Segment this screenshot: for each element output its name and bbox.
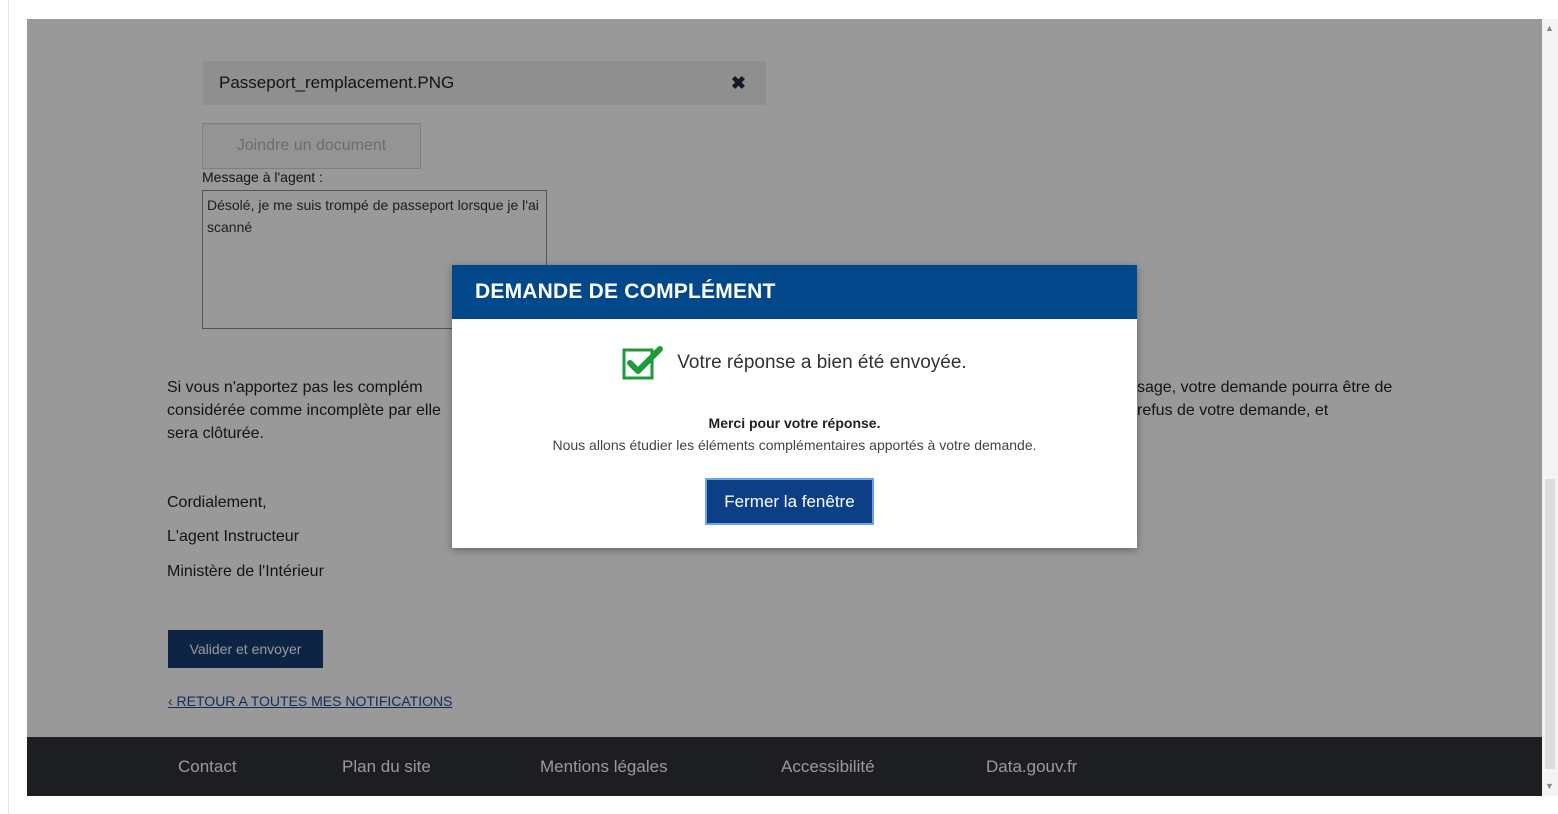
success-row: Votre réponse a bien été envoyée. [452, 345, 1137, 381]
thanks-text: Merci pour votre réponse. [708, 415, 881, 431]
vertical-scrollbar[interactable]: ▲ ▼ [1542, 19, 1558, 796]
success-message: Votre réponse a bien été envoyée. [677, 352, 967, 373]
page-viewport: Passeport_remplacement.PNG ✖ Joindre un … [27, 19, 1542, 796]
scrollbar-thumb[interactable] [1545, 479, 1555, 769]
close-window-button[interactable]: Fermer la fenêtre [705, 478, 874, 525]
confirmation-modal: DEMANDE DE COMPLÉMENT Votre réponse a bi… [452, 265, 1137, 548]
scroll-up-icon[interactable]: ▲ [1545, 23, 1554, 33]
details-text: Nous allons étudier les éléments complém… [552, 437, 1037, 453]
modal-header: DEMANDE DE COMPLÉMENT [452, 265, 1137, 319]
modal-title: DEMANDE DE COMPLÉMENT [475, 280, 776, 303]
scroll-down-icon[interactable]: ▼ [1545, 781, 1554, 791]
check-icon [622, 346, 664, 380]
window-edge [8, 0, 9, 814]
